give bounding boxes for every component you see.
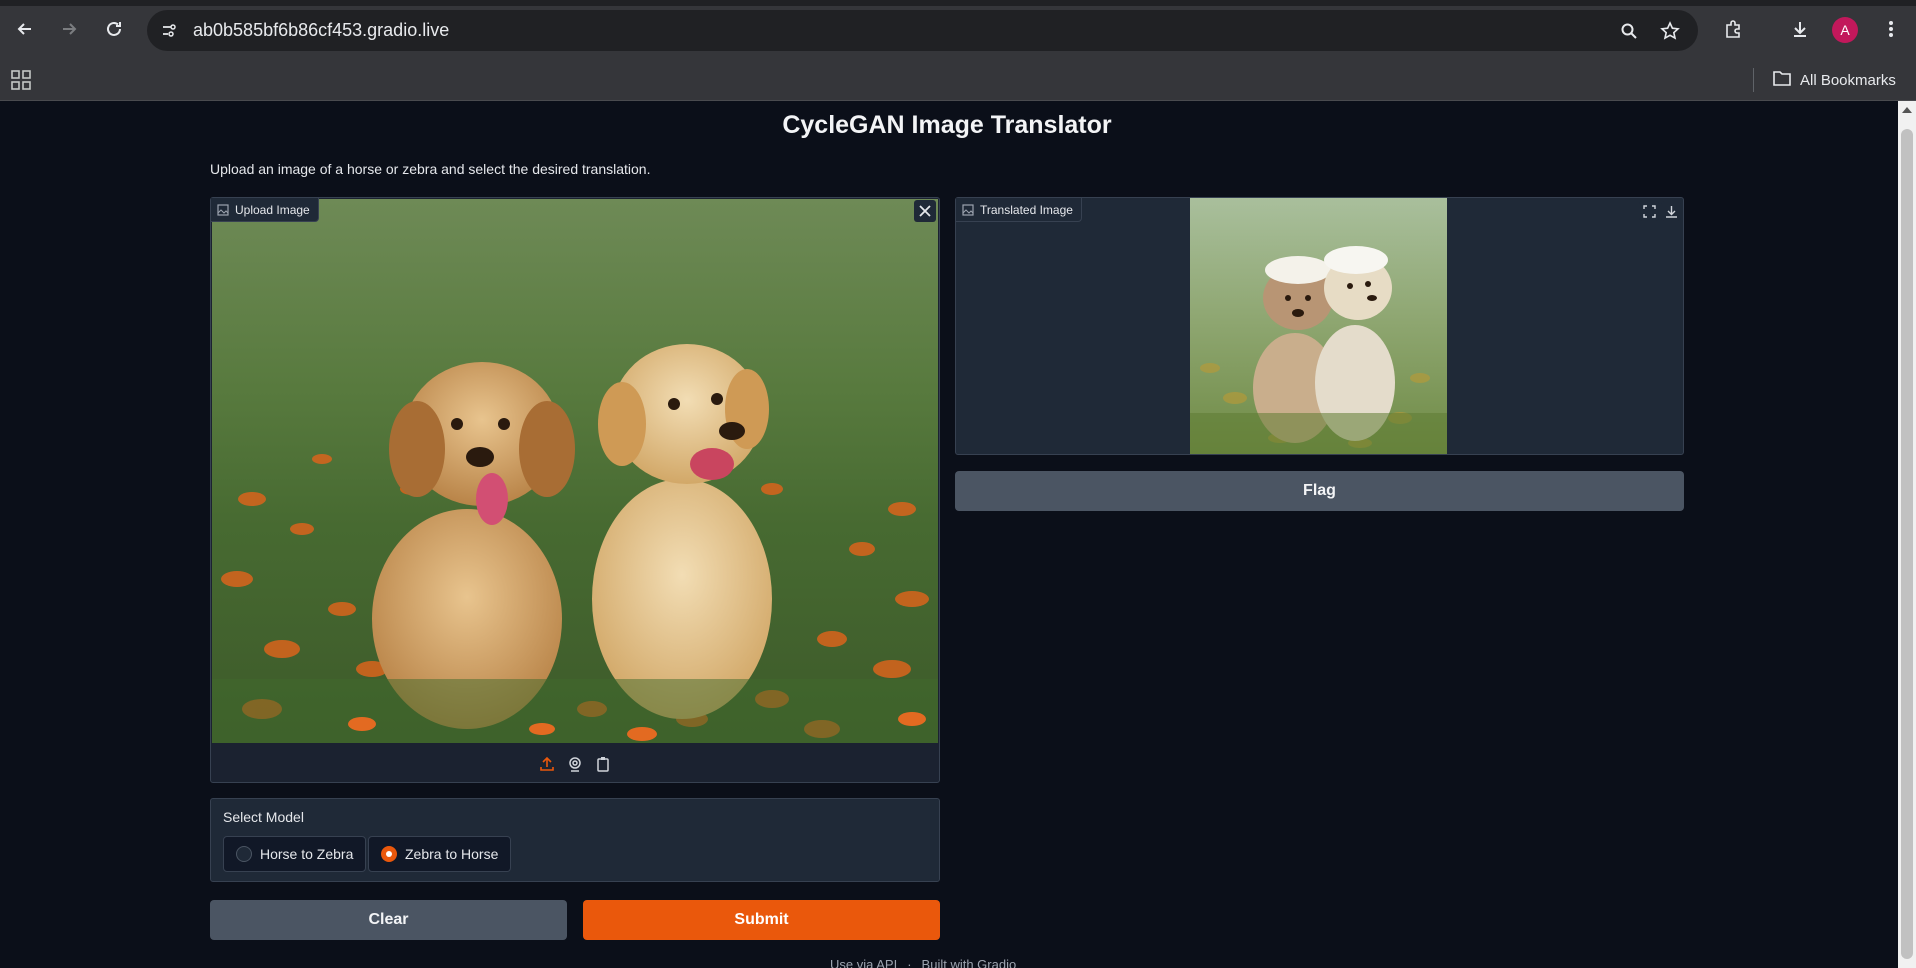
- upload-image-label: Upload Image: [235, 202, 310, 217]
- select-model-label: Select Model: [223, 809, 304, 825]
- upload-image-panel[interactable]: Upload Image: [210, 197, 940, 783]
- uploaded-puppies-image: [212, 199, 938, 743]
- image-source-selector: [211, 746, 939, 782]
- upload-icon[interactable]: [538, 755, 556, 773]
- extensions-icon[interactable]: [1719, 15, 1747, 43]
- more-icon[interactable]: [1877, 15, 1905, 43]
- address-bar[interactable]: ab0b585bf6b86cf453.gradio.live: [147, 10, 1698, 51]
- translated-image-label: Translated Image: [980, 202, 1073, 217]
- back-icon[interactable]: [10, 14, 40, 44]
- site-info-icon[interactable]: [157, 19, 181, 43]
- apps-icon[interactable]: [10, 69, 34, 93]
- use-via-api-link[interactable]: Use via API: [830, 957, 897, 968]
- image-icon: [962, 203, 974, 216]
- footer: Use via API · Built with Gradio: [830, 957, 1016, 968]
- zoom-icon[interactable]: [1617, 19, 1641, 43]
- page-description: Upload an image of a horse or zebra and …: [210, 161, 651, 177]
- select-model-group: Select Model Horse to Zebra Zebra to Hor…: [210, 798, 940, 882]
- radio-zebra-to-horse[interactable]: Zebra to Horse: [368, 836, 512, 872]
- submit-button[interactable]: Submit: [583, 900, 940, 940]
- close-icon[interactable]: [914, 200, 936, 222]
- image-icon: [217, 203, 229, 216]
- bookmarks-divider: [1753, 68, 1754, 92]
- all-bookmarks-label: All Bookmarks: [1800, 71, 1896, 89]
- radio-unchecked-icon[interactable]: [236, 846, 252, 862]
- clipboard-icon[interactable]: [594, 755, 612, 773]
- avatar[interactable]: A: [1832, 17, 1858, 43]
- page-scrollbar[interactable]: [1898, 101, 1916, 968]
- radio-zebra-to-horse-label: Zebra to Horse: [405, 846, 499, 862]
- footer-separator: ·: [907, 957, 912, 968]
- url-text[interactable]: ab0b585bf6b86cf453.gradio.live: [193, 20, 449, 41]
- radio-horse-to-zebra-label: Horse to Zebra: [260, 846, 354, 862]
- webcam-icon[interactable]: [566, 755, 584, 773]
- translated-image-panel: Translated Image: [955, 197, 1684, 455]
- scroll-up-icon[interactable]: [1902, 107, 1912, 113]
- download-icon[interactable]: [1661, 201, 1681, 221]
- radio-horse-to-zebra[interactable]: Horse to Zebra: [223, 836, 367, 872]
- upload-image-label-tag: Upload Image: [211, 198, 319, 222]
- all-bookmarks-button[interactable]: All Bookmarks: [1772, 67, 1896, 93]
- gradio-page: CycleGAN Image Translator Upload an imag…: [0, 101, 1898, 968]
- folder-icon: [1772, 69, 1792, 91]
- browser-toolbar: ab0b585bf6b86cf453.gradio.live A: [0, 0, 1916, 60]
- scrollbar-thumb[interactable]: [1901, 129, 1913, 959]
- forward-icon[interactable]: [54, 14, 84, 44]
- tab-strip: [0, 0, 1916, 6]
- star-icon[interactable]: [1658, 19, 1682, 43]
- radio-checked-icon[interactable]: [381, 846, 397, 862]
- translated-puppies-image: [1190, 198, 1447, 454]
- bookmarks-bar: All Bookmarks: [0, 60, 1916, 101]
- fullscreen-icon[interactable]: [1639, 201, 1659, 221]
- flag-button[interactable]: Flag: [955, 471, 1684, 511]
- clear-button[interactable]: Clear: [210, 900, 567, 940]
- page-title: CycleGAN Image Translator: [782, 111, 1112, 139]
- download-icon[interactable]: [1786, 15, 1814, 43]
- reload-icon[interactable]: [99, 14, 129, 44]
- translated-image-label-tag: Translated Image: [956, 198, 1082, 222]
- built-with-gradio-link[interactable]: Built with Gradio: [922, 957, 1017, 968]
